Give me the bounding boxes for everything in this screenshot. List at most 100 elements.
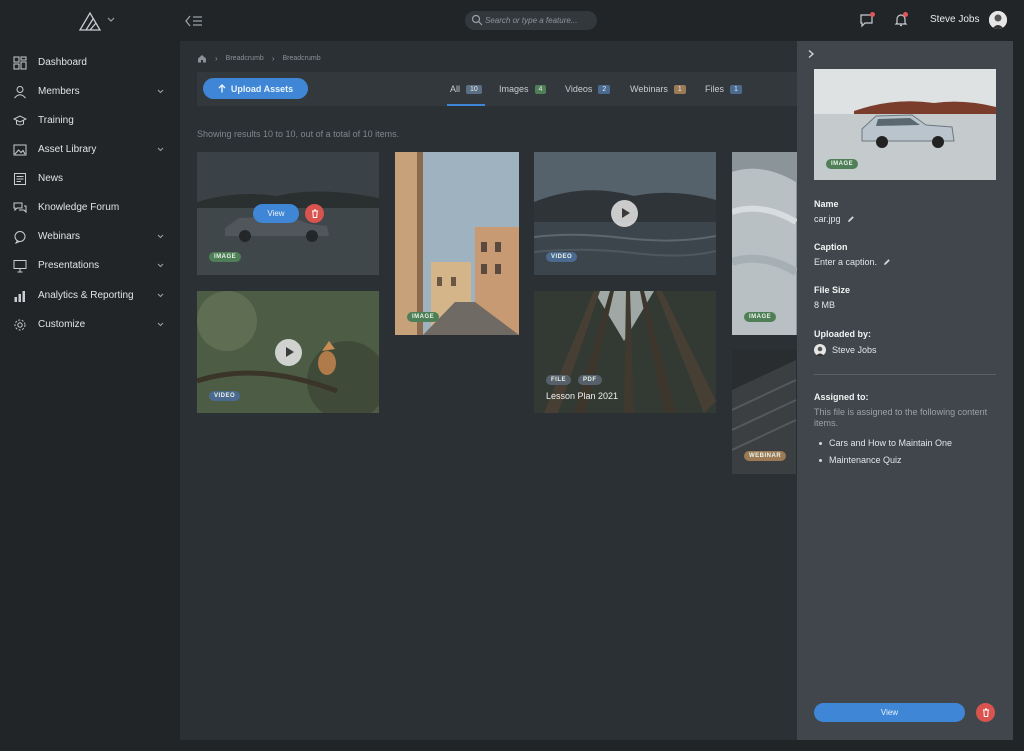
list-item[interactable]: Maintenance Quiz [814,455,952,472]
street-thumbnail-image [395,152,519,335]
dashboard-icon [13,56,27,69]
newspaper-icon [14,172,26,185]
asset-type-badge: VIDEO [209,391,241,401]
tab-files[interactable]: Files 1 [705,72,742,106]
asset-card-bird-video[interactable]: VIDEO [197,291,379,413]
breadcrumb-separator-icon: › [215,53,218,63]
notifications-unread-dot [903,12,908,17]
chevron-down-icon[interactable] [156,87,165,96]
asset-detail-panel: IMAGE Name car.jpg Caption Enter a capti… [797,41,1013,740]
caption-field[interactable]: Enter a caption. [814,257,891,267]
sidebar-item-customize[interactable]: Customize [0,310,180,339]
file-size-label: File Size [814,285,851,295]
breadcrumb-item-2[interactable]: Breadcrumb [282,55,320,62]
chevron-down-icon[interactable] [156,261,165,270]
sidebar-collapse-icon[interactable] [184,13,204,29]
tab-count-badge: 10 [466,84,482,94]
name-field[interactable]: car.jpg [814,214,855,224]
sidebar-item-label: Customize [38,319,86,330]
brand-logo[interactable] [78,10,118,32]
sidebar-item-label: Webinars [38,231,81,242]
trash-icon [982,708,989,717]
file-size-value: 8 MB [814,300,836,310]
sidebar-item-members[interactable]: Members [0,77,180,106]
chevron-down-icon[interactable] [156,232,165,241]
top-bar: Steve Jobs [0,0,1024,41]
sidebar-item-knowledge-forum[interactable]: Knowledge Forum [0,193,180,222]
bar-chart-icon [14,290,25,302]
asset-type-badge: VIDEO [546,252,578,262]
asset-library-main: › Breadcrumb › Breadcrumb Upload Assets … [180,41,797,740]
search-icon [471,14,483,26]
search-bar[interactable] [465,11,597,30]
pencil-icon[interactable] [847,215,855,223]
breadcrumb-item-1[interactable]: Breadcrumb [226,55,264,62]
asset-card-lesson-plan-file[interactable]: FILE PDF Lesson Plan 2021 [534,291,716,413]
chevron-down-icon[interactable] [156,145,165,154]
card-delete-button[interactable] [305,204,324,223]
assigned-to-label: Assigned to: [814,392,869,402]
asset-card-street-image[interactable]: IMAGE [395,152,519,335]
play-icon[interactable] [275,339,302,366]
asset-type-badge: IMAGE [744,312,777,322]
tab-all[interactable]: All 10 [447,72,485,106]
arrow-up-icon [218,84,226,93]
tab-images[interactable]: Images 4 [499,72,547,106]
asset-card-car-image[interactable]: View IMAGE [197,152,379,275]
trash-icon [311,209,318,218]
name-label: Name [814,199,839,209]
tab-webinars[interactable]: Webinars 1 [630,72,686,106]
uploader-name: Steve Jobs [832,345,877,355]
notifications-button[interactable] [892,11,910,29]
chevron-down-icon[interactable] [156,320,165,329]
upload-assets-button[interactable]: Upload Assets [203,78,308,99]
asset-card-lake-video[interactable]: VIDEO [534,152,716,275]
sidebar-item-analytics-reporting[interactable]: Analytics & Reporting [0,281,180,310]
view-button[interactable]: View [814,703,965,722]
caption-value: Enter a caption. [814,257,878,267]
card-title: Lesson Plan 2021 [546,391,619,401]
avatar[interactable] [989,11,1007,29]
chevron-down-icon[interactable] [156,291,165,300]
play-icon[interactable] [611,200,638,227]
card-view-button[interactable]: View [253,204,299,223]
sidebar-item-label: Training [38,115,74,126]
sidebar-item-dashboard[interactable]: Dashboard [0,48,180,77]
messages-button[interactable] [858,11,876,29]
search-input[interactable] [485,13,593,28]
presentation-icon [13,259,27,272]
tab-videos[interactable]: Videos 2 [565,72,611,106]
asset-type-badge: IMAGE [407,312,440,322]
messages-unread-dot [870,12,875,17]
breadcrumb-separator-icon: › [271,53,275,63]
divider [814,374,996,375]
sidebar-item-presentations[interactable]: Presentations [0,251,180,280]
file-format-badge: PDF [578,375,602,385]
tab-count-badge: 1 [673,84,686,94]
pencil-icon[interactable] [883,258,891,266]
asset-type-badge: WEBINAR [744,451,787,461]
sidebar-item-training[interactable]: Training [0,106,180,135]
list-item[interactable]: Cars and How to Maintain One [814,438,952,455]
sidebar: Dashboard Members Training Asset Library New… [0,41,180,751]
chat-bubbles-icon [13,202,27,213]
sidebar-item-webinars[interactable]: Webinars [0,222,180,251]
delete-button[interactable] [976,703,995,722]
chevron-right-icon[interactable] [806,49,816,59]
home-icon[interactable] [197,54,207,63]
asset-card-snow-image[interactable]: IMAGE [732,152,797,335]
tab-count-badge: 2 [598,84,611,94]
gear-icon [14,319,26,330]
sidebar-item-label: Analytics & Reporting [38,290,134,301]
sidebar-item-news[interactable]: News [0,164,180,193]
asset-card-webinar[interactable]: WEBINAR [732,350,797,474]
sidebar-item-asset-library[interactable]: Asset Library [0,135,180,164]
graduation-cap-icon [13,114,27,125]
sidebar-item-label: Members [38,86,80,97]
asset-tab-bar: Upload Assets All 10 Images 4 Videos 2 W… [197,72,797,106]
snow-thumbnail-image [732,152,797,335]
image-gallery-icon [13,144,27,155]
sidebar-item-label: Asset Library [38,144,97,155]
user-name[interactable]: Steve Jobs [930,14,979,25]
uploaded-by-label: Uploaded by: [814,329,872,339]
